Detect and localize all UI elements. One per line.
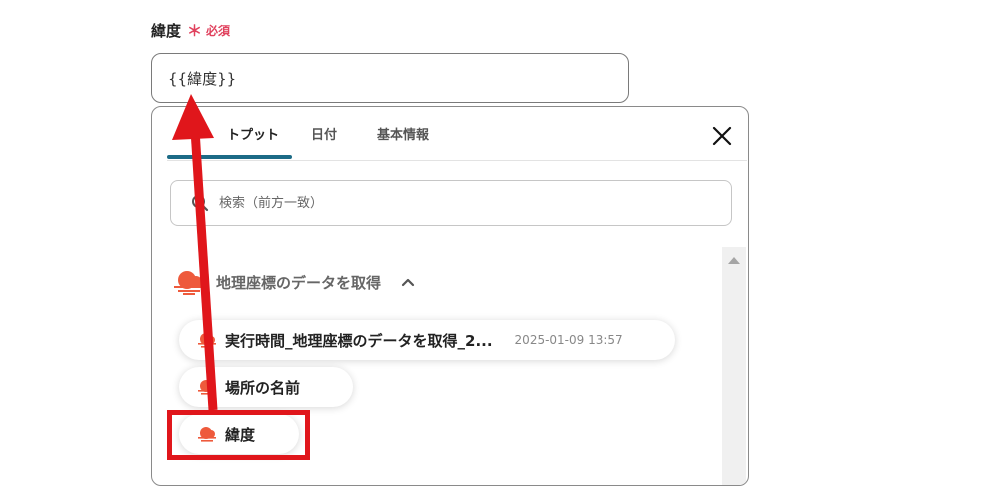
list-item-place-name[interactable]: 場所の名前 [179,367,353,407]
close-button[interactable] [710,124,734,148]
tab-output[interactable]: トプット [227,107,279,159]
tab-output-label: トプット [227,127,280,143]
group-header-geocode[interactable]: 地理座標のデータを取得 [172,267,415,297]
cloud-icon [198,427,216,442]
scrollbar[interactable] [722,247,746,485]
list-item-label: 緯度 [225,425,256,444]
cloud-icon [174,271,204,295]
tab-date-label: 日付 [311,127,338,143]
cloud-icon [198,380,216,395]
tab-date[interactable]: 日付 [311,107,337,159]
list-item-latitude[interactable]: 緯度 [179,414,299,454]
close-icon [712,126,732,146]
list-item-execution-time[interactable]: 実行時間_地理座標のデータを取得_2... 2025-01-09 13:57 [179,320,675,360]
required-asterisk: ＊ [187,22,203,40]
list-item-meta: 2025-01-09 13:57 [514,333,623,347]
list-item-label: 場所の名前 [225,378,301,397]
tab-basic-info-label: 基本情報 [377,127,430,143]
tab-basic-info[interactable]: 基本情報 [377,107,429,159]
active-tab-indicator [167,155,292,159]
search-icon [192,195,209,212]
list-item-label: 実行時間_地理座標のデータを取得_2... [225,331,493,350]
latitude-value-input[interactable]: {{緯度}} [151,53,629,103]
chevron-up-icon [401,278,415,287]
picker-tabs: トプット 日付 基本情報 [167,107,747,161]
search-input[interactable] [217,194,701,212]
scroll-up-arrow-icon[interactable] [728,257,740,264]
required-text: 必須 [206,24,231,38]
cloud-icon [198,333,216,348]
field-label-text: 緯度 [151,22,182,40]
field-label: 緯度 ＊ 必須 [151,20,230,41]
latitude-value-text: {{緯度}} [168,69,237,88]
search-box [170,180,732,226]
group-title: 地理座標のデータを取得 [216,273,382,292]
